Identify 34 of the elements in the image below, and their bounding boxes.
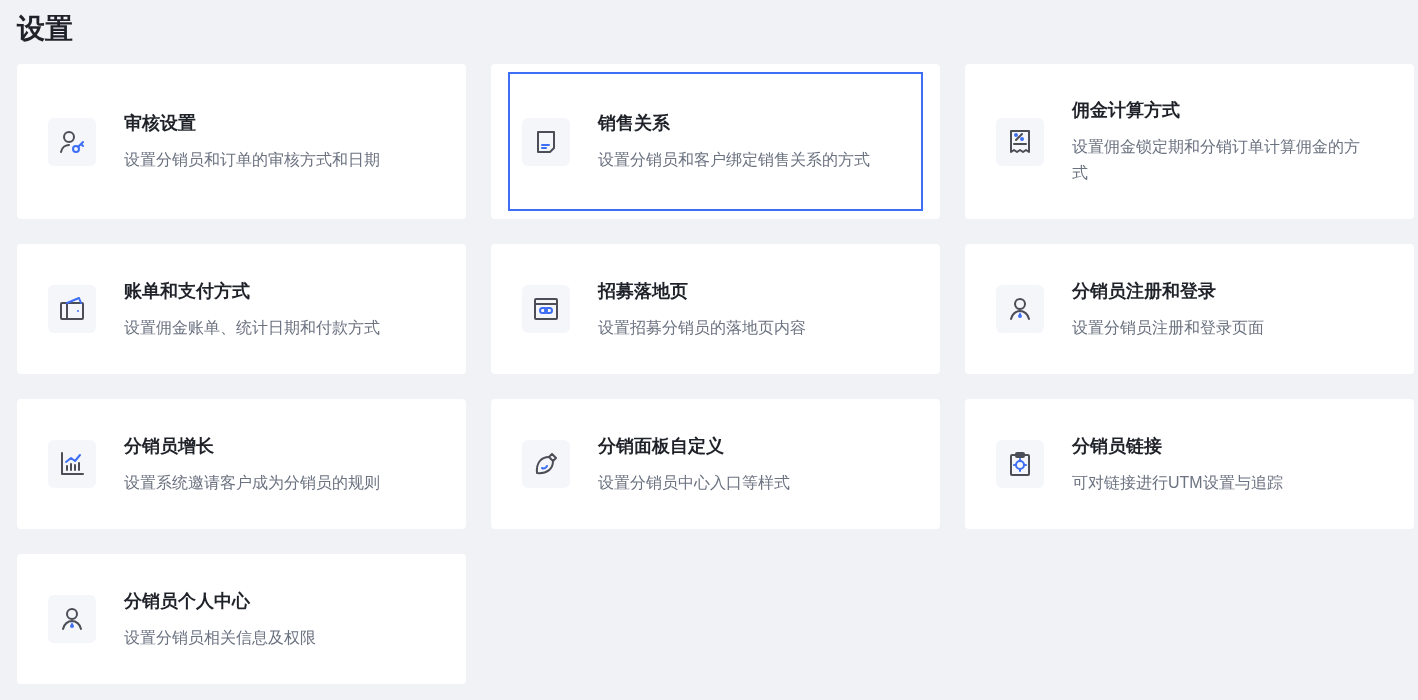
card-title: 分销面板自定义 xyxy=(598,434,725,458)
card-title: 佣金计算方式 xyxy=(1072,99,1181,122)
settings-card[interactable]: 分销员链接 可对链接进行UTM设置与追踪 xyxy=(965,399,1414,529)
settings-card[interactable]: 分销员个人中心 设置分销员相关信息及权限 xyxy=(17,554,466,684)
card-description: 设置系统邀请客户成为分销员的规则 xyxy=(124,472,380,493)
settings-card[interactable]: 佣金计算方式 设置佣金锁定期和分销订单计算佣金的方式 xyxy=(965,64,1414,219)
settings-card[interactable]: 审核设置 设置分销员和订单的审核方式和日期 xyxy=(17,64,466,219)
card-description: 设置分销员和客户绑定销售关系的方式 xyxy=(598,150,870,170)
card-description: 可对链接进行UTM设置与追踪 xyxy=(1072,472,1283,493)
settings-card[interactable]: 分销员增长 设置系统邀请客户成为分销员的规则 xyxy=(17,399,466,529)
page-title: 设置 xyxy=(17,12,73,46)
card-description: 设置招募分销员的落地页内容 xyxy=(598,317,806,338)
settings-card[interactable]: 销售关系 设置分销员和客户绑定销售关系的方式 xyxy=(491,64,940,219)
card-description: 设置分销员注册和登录页面 xyxy=(1072,317,1264,338)
card-description: 设置佣金账单、统计日期和付款方式 xyxy=(124,317,380,338)
card-title: 审核设置 xyxy=(124,112,197,135)
chart-icon xyxy=(58,450,86,478)
card-description: 设置分销员中心入口等样式 xyxy=(598,472,790,493)
settings-card[interactable]: 分销面板自定义 设置分销员中心入口等样式 xyxy=(491,399,940,529)
card-description: 设置分销员和订单的审核方式和日期 xyxy=(124,150,380,170)
card-title: 分销员注册和登录 xyxy=(1072,279,1217,303)
card-title: 账单和支付方式 xyxy=(124,279,251,303)
wallet-icon xyxy=(58,295,86,323)
settings-card[interactable]: 分销员注册和登录 设置分销员注册和登录页面 xyxy=(965,244,1414,374)
card-title: 招募落地页 xyxy=(598,279,689,303)
card-title: 销售关系 xyxy=(598,112,671,135)
card-description: 设置分销员相关信息及权限 xyxy=(124,627,316,648)
browser-link-icon xyxy=(532,295,560,323)
card-title: 分销员增长 xyxy=(124,434,215,458)
settings-card[interactable]: 账单和支付方式 设置佣金账单、统计日期和付款方式 xyxy=(17,244,466,374)
card-description: 设置佣金锁定期和分销订单计算佣金的方式 xyxy=(1072,137,1361,183)
card-title: 分销员个人中心 xyxy=(124,589,251,613)
card-title: 分销员链接 xyxy=(1072,434,1163,458)
settings-card[interactable]: 招募落地页 设置招募分销员的落地页内容 xyxy=(491,244,940,374)
